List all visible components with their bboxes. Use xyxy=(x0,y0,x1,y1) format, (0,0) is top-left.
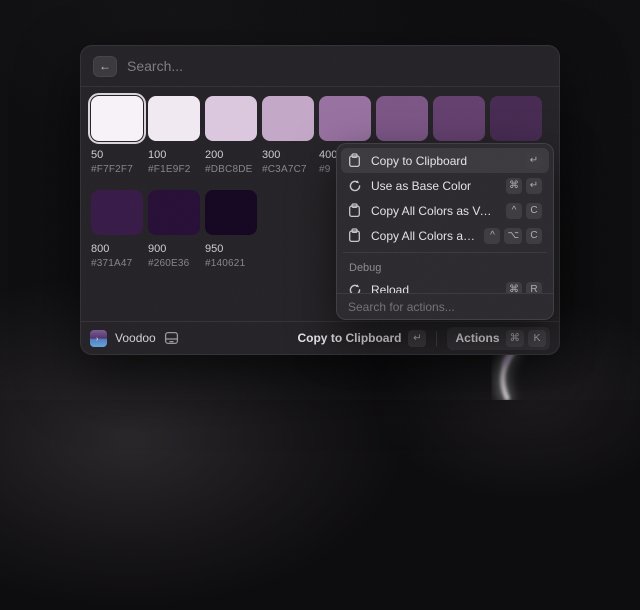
status-bar: › Voodoo Copy to Clipboard ↵ Actions ⌘K xyxy=(81,321,559,354)
color-swatch-400[interactable] xyxy=(319,96,371,141)
swatch-cell: 900 #260E36 xyxy=(148,190,200,269)
menu-item[interactable]: Reload ⌘R xyxy=(341,277,549,293)
keycap: ↵ xyxy=(526,153,542,169)
swatch-label: 200 xyxy=(205,149,257,161)
color-swatch-50[interactable] xyxy=(91,96,143,141)
menu-item-shortcut: ⌘R xyxy=(506,282,542,294)
color-swatch-900[interactable] xyxy=(148,190,200,235)
color-swatch-5[interactable] xyxy=(376,96,428,141)
swatch-cell: 950 #140621 xyxy=(205,190,257,269)
swatch-cell: 50 #F7F2F7 xyxy=(91,96,143,175)
keycap: ⌘ xyxy=(506,282,522,294)
keycap: K xyxy=(528,330,546,347)
swatch-hex: #260E36 xyxy=(148,258,200,269)
swatch-hex: #F7F2F7 xyxy=(91,164,143,175)
menu-divider xyxy=(343,252,547,253)
swatch-cell: 100 #F1E9F2 xyxy=(148,96,200,175)
swatch-cell: 300 #C3A7C7 xyxy=(262,96,314,175)
color-swatch-200[interactable] xyxy=(205,96,257,141)
search-bar: ← Search... xyxy=(81,46,559,87)
swatch-hex: #C3A7C7 xyxy=(262,164,314,175)
keycap: ↵ xyxy=(526,178,542,194)
swatch-label: 300 xyxy=(262,149,314,161)
swatch-label: 900 xyxy=(148,243,200,255)
actions-button-keys: ⌘K xyxy=(506,330,547,347)
keycap: ⌥ xyxy=(504,228,522,244)
swatch-cell: 800 #371A47 xyxy=(91,190,143,269)
keycap: ⌘ xyxy=(506,178,522,194)
menu-item-label: Copy to Clipboard xyxy=(371,154,517,168)
footer-divider xyxy=(436,331,437,346)
keycap: C xyxy=(526,228,542,244)
primary-action-keys: ↵ xyxy=(408,330,426,347)
swatch-hex: #371A47 xyxy=(91,258,143,269)
menu-item[interactable]: Copy to Clipboard ↵ xyxy=(341,148,549,173)
menu-item-label: Use as Base Color xyxy=(371,179,497,193)
color-swatch-300[interactable] xyxy=(262,96,314,141)
swatch-hex: #DBC8DE xyxy=(205,164,257,175)
app-info: › Voodoo xyxy=(90,330,179,347)
actions-menu-list: Copy to Clipboard ↵ Use as Base Color ⌘↵… xyxy=(337,144,553,293)
color-swatch-7[interactable] xyxy=(490,96,542,141)
keycap: C xyxy=(526,203,542,219)
menu-item-label: Reload xyxy=(371,283,497,294)
menu-item-label: Copy All Colors as JSON xyxy=(371,229,475,243)
actions-button-label: Actions xyxy=(455,331,499,345)
app-icon-glyph: › xyxy=(96,336,98,343)
swatch-label: 950 xyxy=(205,243,257,255)
keycap: ^ xyxy=(484,228,500,244)
keycap: ↵ xyxy=(408,330,426,347)
primary-action-label[interactable]: Copy to Clipboard xyxy=(297,331,401,345)
menu-item-shortcut: ⌘↵ xyxy=(506,178,542,194)
swatch-label: 100 xyxy=(148,149,200,161)
menu-item-shortcut: ^⌥C xyxy=(484,228,542,244)
clipboard-icon xyxy=(348,153,362,168)
actions-button[interactable]: Actions ⌘K xyxy=(447,327,550,350)
back-button[interactable]: ← xyxy=(93,56,117,77)
clipboard-icon xyxy=(348,203,362,218)
menu-section-label: Debug xyxy=(341,257,549,277)
color-swatch-950[interactable] xyxy=(205,190,257,235)
save-icon xyxy=(164,331,179,345)
footer-actions: Copy to Clipboard ↵ Actions ⌘K xyxy=(297,327,550,350)
menu-item-shortcut: ↵ xyxy=(526,153,542,169)
keycap: ^ xyxy=(506,203,522,219)
swatch-hex: #140621 xyxy=(205,258,257,269)
actions-menu: Copy to Clipboard ↵ Use as Base Color ⌘↵… xyxy=(336,143,554,320)
menu-item[interactable]: Use as Base Color ⌘↵ xyxy=(341,173,549,198)
color-swatch-6[interactable] xyxy=(433,96,485,141)
keycap: ⌘ xyxy=(506,330,525,347)
app-name: Voodoo xyxy=(115,331,156,345)
palette-window: ← Search... 50 #F7F2F7 100 #F1E9F2 200 #… xyxy=(80,45,560,355)
reload-icon xyxy=(348,282,362,293)
menu-item[interactable]: Copy All Colors as JSON ^⌥C xyxy=(341,223,549,248)
menu-item-shortcut: ^C xyxy=(506,203,542,219)
app-icon: › xyxy=(90,330,107,347)
swatch-cell: 200 #DBC8DE xyxy=(205,96,257,175)
swatch-hex: #F1E9F2 xyxy=(148,164,200,175)
menu-item-label: Copy All Colors as Variable Declara… xyxy=(371,204,497,218)
keycap: R xyxy=(526,282,542,294)
color-swatch-100[interactable] xyxy=(148,96,200,141)
search-input[interactable]: Search... xyxy=(127,58,547,74)
refresh-icon xyxy=(348,178,362,193)
color-swatch-800[interactable] xyxy=(91,190,143,235)
menu-item[interactable]: Copy All Colors as Variable Declara… ^C xyxy=(341,198,549,223)
clipboard-icon xyxy=(348,228,362,243)
arrow-left-icon: ← xyxy=(99,60,111,72)
actions-search-input[interactable]: Search for actions... xyxy=(337,293,553,319)
swatch-label: 50 xyxy=(91,149,143,161)
swatch-label: 800 xyxy=(91,243,143,255)
